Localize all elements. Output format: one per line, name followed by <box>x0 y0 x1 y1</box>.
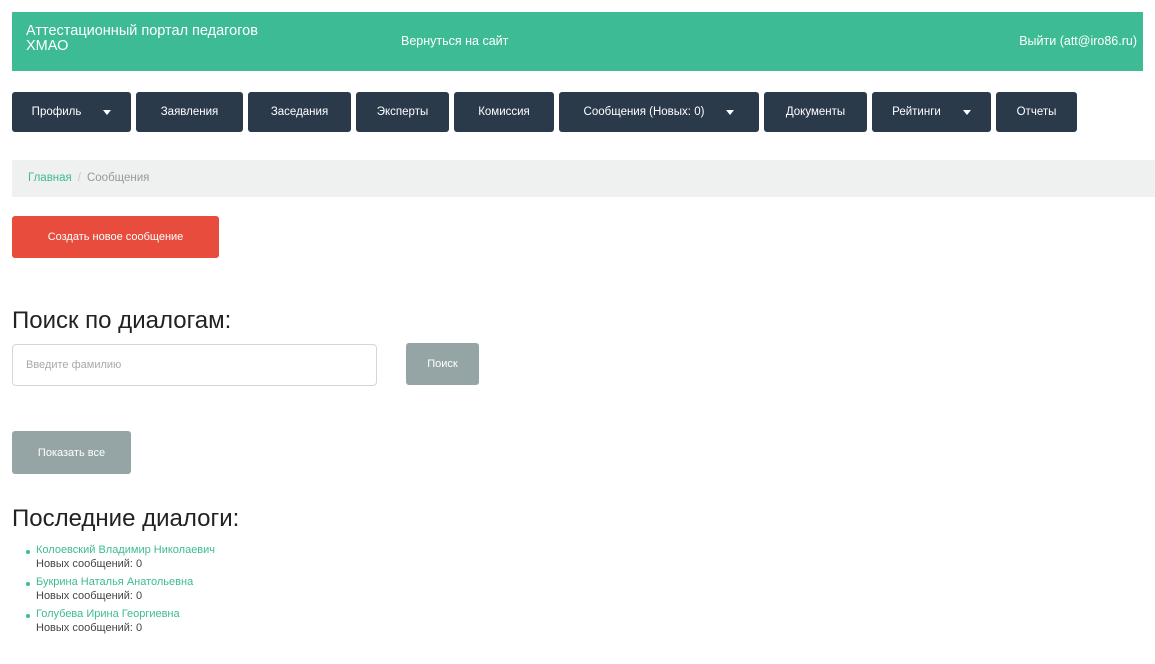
bullet-icon <box>26 550 30 554</box>
nav-label: Заявления <box>160 106 219 118</box>
nav-reports[interactable]: Отчеты <box>996 92 1077 132</box>
recent-dialogs-heading: Последние диалоги: <box>12 505 240 532</box>
dialog-link[interactable]: Букрина Наталья Анатольевна <box>36 576 215 589</box>
nav-messages-dropdown[interactable]: Сообщения (Новых: 0) <box>559 92 759 132</box>
breadcrumb: Главная / Сообщения <box>12 160 1155 197</box>
create-message-button[interactable]: Создать новое сообщение <box>12 216 219 258</box>
caret-down-icon <box>103 109 112 115</box>
recent-dialogs-list: Колоевский Владимир Николаевич Новых соо… <box>26 544 215 640</box>
nav-label: Документы <box>785 106 846 118</box>
nav-ratings-dropdown[interactable]: Рейтинги <box>872 92 991 132</box>
nav-commission[interactable]: Комиссия <box>454 92 554 132</box>
caret-down-icon <box>726 109 735 115</box>
list-item: Букрина Наталья Анатольевна Новых сообще… <box>26 576 215 604</box>
nav-label: Эксперты <box>376 106 429 118</box>
dialog-link[interactable]: Голубева Ирина Георгиевна <box>36 608 215 621</box>
nav-documents[interactable]: Документы <box>764 92 867 132</box>
nav-meetings[interactable]: Заседания <box>248 92 351 132</box>
bullet-icon <box>26 582 30 586</box>
nav-label: Профиль <box>31 106 82 118</box>
breadcrumb-separator: / <box>77 172 81 184</box>
logout-link[interactable]: Выйти (att@iro86.ru) <box>1019 34 1137 48</box>
search-heading: Поиск по диалогам: <box>12 307 232 334</box>
new-messages-count: Новых сообщений: 0 <box>36 622 143 634</box>
list-item: Голубева Ирина Георгиевна Новых сообщени… <box>26 608 215 636</box>
nav-label: Отчеты <box>1016 106 1057 118</box>
breadcrumb-home-link[interactable]: Главная <box>28 172 72 184</box>
nav-experts[interactable]: Эксперты <box>356 92 449 132</box>
nav-profile-dropdown[interactable]: Профиль <box>12 92 131 132</box>
new-messages-count: Новых сообщений: 0 <box>36 590 143 602</box>
new-messages-count: Новых сообщений: 0 <box>36 558 143 570</box>
nav-label: Сообщения (Новых: 0) <box>583 106 705 118</box>
nav-label: Рейтинги <box>892 106 941 118</box>
bullet-icon <box>26 614 30 618</box>
top-header: Аттестационный портал педагогов ХМАО Вер… <box>12 12 1143 71</box>
show-all-button[interactable]: Показать все <box>12 431 131 474</box>
caret-down-icon <box>962 109 971 115</box>
nav-label: Заседания <box>270 106 329 118</box>
back-to-site-link[interactable]: Вернуться на сайт <box>401 34 508 48</box>
search-button[interactable]: Поиск <box>406 343 479 385</box>
search-input[interactable] <box>12 344 377 386</box>
breadcrumb-current: Сообщения <box>86 172 150 184</box>
nav-label: Комиссия <box>478 106 530 118</box>
nav-applications[interactable]: Заявления <box>136 92 243 132</box>
site-brand[interactable]: Аттестационный портал педагогов ХМАО <box>26 24 266 54</box>
dialog-link[interactable]: Колоевский Владимир Николаевич <box>36 544 215 557</box>
list-item: Колоевский Владимир Николаевич Новых соо… <box>26 544 215 572</box>
